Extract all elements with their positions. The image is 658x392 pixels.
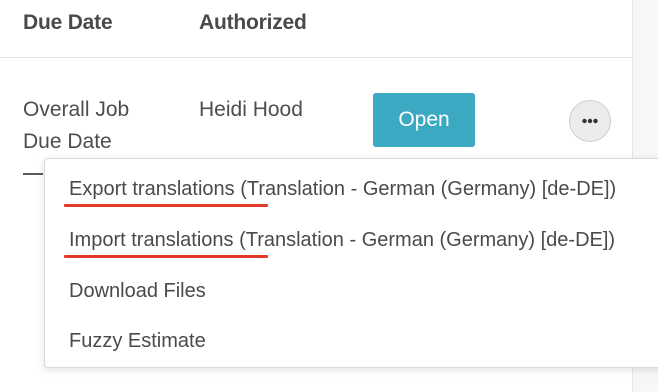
table-header: Due Date Authorized xyxy=(0,0,632,58)
menu-item-import-translations[interactable]: Import translations (Translation - Germa… xyxy=(69,229,615,252)
actions-dropdown-menu: Export translations (Translation - Germa… xyxy=(44,158,658,368)
menu-item-fuzzy-estimate[interactable]: Fuzzy Estimate xyxy=(69,330,206,353)
empty-value-dash xyxy=(23,173,43,175)
highlight-underline xyxy=(64,204,268,207)
more-actions-button[interactable] xyxy=(569,100,611,142)
more-horizontal-icon xyxy=(582,118,598,124)
menu-item-download-files[interactable]: Download Files xyxy=(69,280,206,303)
column-header-due-date[interactable]: Due Date xyxy=(23,11,113,35)
menu-item-export-translations[interactable]: Export translations (Translation - Germa… xyxy=(69,178,616,201)
due-date-label-line2: Due Date xyxy=(23,130,112,153)
open-button[interactable]: Open xyxy=(373,93,475,147)
due-date-cell: Overall Job Due Date xyxy=(23,94,173,175)
column-header-authorized[interactable]: Authorized xyxy=(199,11,307,35)
authorized-cell: Heidi Hood xyxy=(199,98,303,121)
due-date-label-line1: Overall Job xyxy=(23,98,130,121)
job-panel: Due Date Authorized Overall Job Due Date… xyxy=(0,0,658,392)
highlight-underline xyxy=(64,255,268,258)
